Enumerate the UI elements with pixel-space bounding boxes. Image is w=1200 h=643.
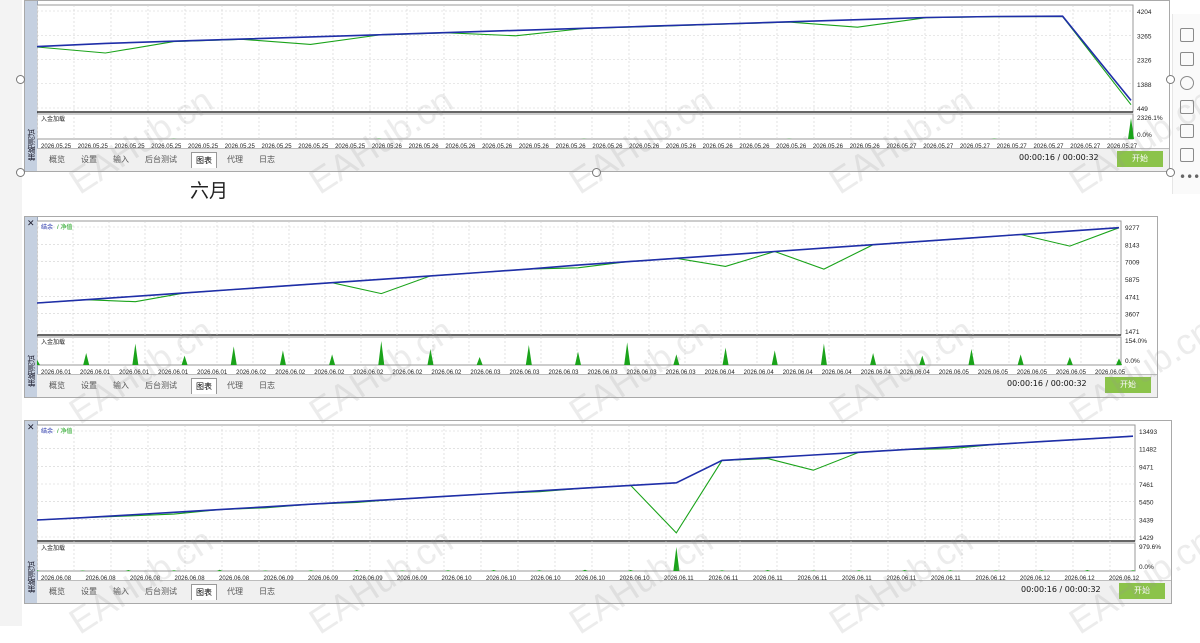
y-tick-label: 2326 — [1137, 58, 1152, 65]
load-tick-label: 0.0% — [1125, 358, 1140, 365]
y-tick-label: 1429 — [1139, 535, 1154, 542]
zoom-icon[interactable] — [1180, 76, 1194, 90]
y-tick-label: 1471 — [1125, 329, 1140, 336]
tab-图表[interactable]: 图表 — [191, 378, 217, 394]
tab-bar: 概览设置输入后台测试图表代理日志 00:00:16 / 00:00:32 开始 — [37, 374, 1157, 397]
y-tick-label: 5450 — [1139, 500, 1154, 507]
tab-后台测试[interactable]: 后台测试 — [141, 584, 181, 599]
y-tick-label: 7461 — [1139, 482, 1154, 489]
y-tick-label: 5875 — [1125, 277, 1140, 284]
progress-timer: 00:00:16 / 00:00:32 — [1019, 153, 1099, 162]
close-icon[interactable]: ✕ — [27, 423, 35, 433]
resize-handle[interactable] — [16, 168, 25, 177]
equity-chart: 13493 11482 9471 7461 5450 3439 1429 979.6% 0.0%… — [37, 421, 1171, 583]
tab-概览[interactable]: 概览 — [45, 584, 69, 599]
resize-handle[interactable] — [1166, 75, 1175, 84]
y-tick-label: 7009 — [1125, 260, 1140, 267]
load-plot-area — [37, 543, 1135, 571]
tab-后台测试[interactable]: 后台测试 — [141, 152, 181, 167]
image-icon[interactable] — [1180, 148, 1194, 162]
chart-panel-june-week1: ✕ 策略测试 9277 8143 7009 5875 4741 3607 1471 154.0… — [24, 216, 1158, 398]
tab-图表[interactable]: 图表 — [191, 584, 217, 600]
tab-设置[interactable]: 设置 — [77, 584, 101, 599]
side-label: 策略测试 — [26, 355, 37, 387]
y-tick-label: 9277 — [1125, 225, 1140, 232]
tab-bar: 概览设置输入后台测试图表代理日志 00:00:16 / 00:00:32 开始 — [37, 580, 1171, 603]
resize-handle[interactable] — [16, 75, 25, 84]
side-label: 策略测试 — [26, 129, 37, 161]
y-tick-label: 4204 — [1137, 9, 1152, 16]
tab-输入[interactable]: 输入 — [109, 378, 133, 393]
crop-icon[interactable] — [1180, 52, 1194, 66]
y-tick-label: 1388 — [1137, 82, 1152, 89]
tab-代理[interactable]: 代理 — [223, 152, 247, 167]
tab-概览[interactable]: 概览 — [45, 378, 69, 393]
month-heading: 六月 — [190, 176, 228, 203]
tab-日志[interactable]: 日志 — [255, 584, 279, 599]
main-plot-area — [37, 5, 1133, 112]
tab-日志[interactable]: 日志 — [255, 152, 279, 167]
y-tick-label: 9471 — [1139, 464, 1154, 471]
y-tick-label: 4741 — [1125, 294, 1140, 301]
tab-输入[interactable]: 输入 — [109, 584, 133, 599]
y-tick-label: 11482 — [1139, 447, 1157, 454]
resize-handle[interactable] — [592, 168, 601, 177]
close-icon[interactable]: ✕ — [27, 219, 35, 229]
layout-icon[interactable] — [1180, 28, 1194, 42]
tab-代理[interactable]: 代理 — [223, 378, 247, 393]
equity-chart: 42043265232613884492326.1%0.0%2026.05.25… — [37, 1, 1169, 151]
chart-panel-june-week2: ✕ 策略测试 13493 11482 9471 7461 5450 3439 1429 979… — [24, 420, 1172, 604]
document-left-margin — [0, 0, 22, 626]
side-label: 策略测试 — [26, 561, 37, 593]
y-tick-label: 449 — [1137, 106, 1148, 113]
y-tick-label: 3607 — [1125, 312, 1140, 319]
right-toolbar: ••• — [1172, 14, 1200, 194]
load-tick-label: 154.0% — [1125, 338, 1147, 345]
y-tick-label: 3439 — [1139, 517, 1154, 524]
start-button[interactable]: 开始 — [1117, 151, 1163, 167]
resize-handle[interactable] — [1166, 168, 1175, 177]
tab-概览[interactable]: 概览 — [45, 152, 69, 167]
legend-balance: 结余 — [41, 427, 53, 435]
legend-equity: / 净值 — [57, 223, 72, 231]
tab-图表[interactable]: 图表 — [191, 152, 217, 168]
legend-equity: / 净值 — [57, 427, 72, 435]
start-button[interactable]: 开始 — [1105, 377, 1151, 393]
tab-设置[interactable]: 设置 — [77, 152, 101, 167]
copy-icon[interactable] — [1180, 100, 1194, 114]
load-tick-label: 0.0% — [1139, 564, 1154, 571]
load-label: 入金加载 — [41, 115, 65, 123]
tab-后台测试[interactable]: 后台测试 — [141, 378, 181, 393]
load-tick-label: 0.0% — [1137, 132, 1152, 139]
ocr-icon[interactable] — [1180, 124, 1194, 138]
load-label: 入金加载 — [41, 338, 65, 346]
load-tick-label: 979.6% — [1139, 544, 1161, 551]
y-tick-label: 13493 — [1139, 429, 1157, 436]
tab-日志[interactable]: 日志 — [255, 378, 279, 393]
tab-bar: 概览设置输入后台测试图表代理日志 00:00:16 / 00:00:32 开始 — [37, 148, 1169, 171]
start-button[interactable]: 开始 — [1119, 583, 1165, 599]
tab-设置[interactable]: 设置 — [77, 378, 101, 393]
tab-代理[interactable]: 代理 — [223, 584, 247, 599]
y-tick-label: 8143 — [1125, 242, 1140, 249]
load-tick-label: 2326.1% — [1137, 115, 1163, 122]
equity-chart: 9277814370095875474136071471154.0%0.0%20… — [37, 217, 1157, 377]
chart-panel-may: 策略测试 42043265232613884492326.1%0.0%2026.… — [24, 0, 1170, 172]
load-plot-area — [37, 114, 1133, 139]
progress-timer: 00:00:16 / 00:00:32 — [1021, 585, 1101, 594]
legend-balance: 结余 — [41, 223, 53, 231]
main-plot-area — [37, 425, 1135, 541]
y-tick-label: 3265 — [1137, 33, 1152, 40]
tab-输入[interactable]: 输入 — [109, 152, 133, 167]
load-label: 入金加载 — [41, 544, 65, 552]
more-icon[interactable]: ••• — [1179, 170, 1200, 184]
progress-timer: 00:00:16 / 00:00:32 — [1007, 379, 1087, 388]
